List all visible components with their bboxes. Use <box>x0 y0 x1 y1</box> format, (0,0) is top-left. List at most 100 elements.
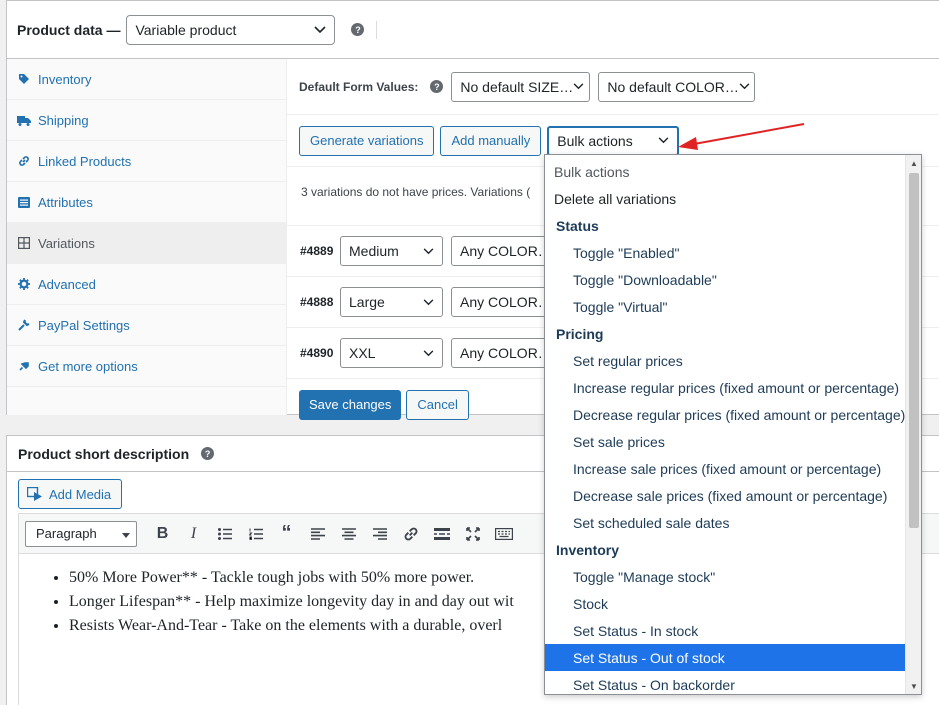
variation-size-value: Large <box>349 294 385 310</box>
tag-icon <box>17 73 31 85</box>
gear-icon <box>17 278 31 290</box>
option-delete-all-variations[interactable]: Delete all variations <box>545 185 905 212</box>
chevron-down-icon <box>423 298 434 306</box>
link-icon[interactable] <box>395 519 426 549</box>
chevron-down-icon <box>423 247 434 255</box>
tab-label: Advanced <box>38 276 96 292</box>
variation-id: #4888 <box>300 295 334 309</box>
group-inventory: Inventory <box>556 541 620 558</box>
wrench-icon <box>17 319 31 331</box>
option-set-status-on-backorder[interactable]: Set Status - On backorder <box>545 671 905 694</box>
align-center-icon[interactable] <box>333 519 364 549</box>
product-type-select[interactable]: Variable product <box>126 14 336 45</box>
divider <box>376 20 378 39</box>
default-form-values: Default Form Values: ? No default SIZE… … <box>287 59 939 115</box>
option-increase-regular-prices[interactable]: Increase regular prices (fixed amount or… <box>545 374 905 401</box>
tab-inventory[interactable]: Inventory <box>7 59 286 100</box>
numbered-list-icon[interactable] <box>240 519 271 549</box>
tab-get-more-options[interactable]: Get more options <box>7 346 286 387</box>
format-value: Paragraph <box>36 526 97 541</box>
scrollbar-thumb[interactable] <box>909 173 919 528</box>
group-status: Status <box>556 217 599 234</box>
caret-down-icon <box>122 526 130 541</box>
grid-icon <box>17 237 31 249</box>
tab-label: Linked Products <box>38 153 132 169</box>
option-toggle-downloadable[interactable]: Toggle "Downloadable" <box>545 266 905 293</box>
blockquote-icon[interactable]: “ <box>271 519 302 549</box>
option-set-status-in-stock[interactable]: Set Status - In stock <box>545 617 905 644</box>
option-set-scheduled-sale-dates[interactable]: Set scheduled sale dates <box>545 509 905 536</box>
list-icon <box>17 196 31 208</box>
truck-icon <box>17 115 31 126</box>
tab-label: PayPal Settings <box>38 317 130 333</box>
default-color-select[interactable]: No default COLOR… <box>598 71 756 102</box>
option-decrease-sale-prices[interactable]: Decrease sale prices (fixed amount or pe… <box>545 482 905 509</box>
option-increase-sale-prices[interactable]: Increase sale prices (fixed amount or pe… <box>545 455 905 482</box>
variation-id: #4890 <box>300 346 334 360</box>
cancel-button[interactable]: Cancel <box>406 389 469 420</box>
add-media-button[interactable]: Add Media <box>18 479 123 509</box>
tab-shipping[interactable]: Shipping <box>7 100 286 141</box>
group-pricing: Pricing <box>556 325 604 342</box>
read-more-icon[interactable] <box>426 519 457 549</box>
option-toggle-manage-stock[interactable]: Toggle "Manage stock" <box>545 563 905 590</box>
option-set-sale-prices[interactable]: Set sale prices <box>545 428 905 455</box>
tab-linked-products[interactable]: Linked Products <box>7 141 286 182</box>
variation-size-select[interactable]: Large <box>340 287 443 317</box>
align-right-icon[interactable] <box>364 519 395 549</box>
link-icon <box>17 155 31 167</box>
help-icon[interactable]: ? <box>430 80 444 93</box>
option-set-regular-prices[interactable]: Set regular prices <box>545 347 905 374</box>
option-set-status-out-of-stock[interactable]: Set Status - Out of stock <box>545 644 905 671</box>
bulk-actions-dropdown[interactable]: Bulk actions Delete all variations Statu… <box>544 154 922 695</box>
option-toggle-virtual[interactable]: Toggle "Virtual" <box>545 293 905 320</box>
chevron-down-icon <box>658 137 669 144</box>
tab-label: Inventory <box>38 71 92 87</box>
plugin-icon <box>17 360 31 372</box>
bullet-list-icon[interactable] <box>209 519 240 549</box>
save-changes-button[interactable]: Save changes <box>299 389 402 420</box>
bulk-actions-value: Bulk actions <box>557 132 633 149</box>
scroll-down-arrow-icon[interactable]: ▼ <box>906 678 921 694</box>
tab-variations[interactable]: Variations <box>7 223 286 264</box>
default-color-value: No default COLOR… <box>607 78 739 95</box>
fullscreen-icon[interactable] <box>457 519 488 549</box>
italic-icon[interactable]: I <box>178 519 209 549</box>
tab-label: Get more options <box>38 358 138 374</box>
short-description-title: Product short description <box>18 445 190 462</box>
dropdown-scrollbar[interactable]: ▲ ▼ <box>905 155 921 694</box>
bold-icon[interactable]: B <box>147 519 178 549</box>
tab-label: Shipping <box>38 112 89 128</box>
variation-size-select[interactable]: Medium <box>340 236 443 266</box>
tab-paypal-settings[interactable]: PayPal Settings <box>7 305 286 346</box>
add-media-label: Add Media <box>49 486 112 502</box>
product-data-header: Product data — Variable product ? <box>7 1 939 59</box>
generate-variations-button[interactable]: Generate variations <box>299 125 435 156</box>
default-form-label: Default Form Values: <box>299 79 419 94</box>
option-bulk-actions[interactable]: Bulk actions <box>545 158 905 185</box>
option-stock[interactable]: Stock <box>545 590 905 617</box>
media-icon <box>27 487 42 501</box>
tab-attributes[interactable]: Attributes <box>7 182 286 223</box>
format-select[interactable]: Paragraph <box>25 520 137 547</box>
help-icon[interactable]: ? <box>201 447 215 460</box>
option-toggle-enabled[interactable]: Toggle "Enabled" <box>545 239 905 266</box>
tab-advanced[interactable]: Advanced <box>7 264 286 305</box>
chevron-down-icon <box>573 83 584 90</box>
scroll-up-arrow-icon[interactable]: ▲ <box>906 155 921 171</box>
option-decrease-regular-prices[interactable]: Decrease regular prices (fixed amount or… <box>545 401 905 428</box>
chevron-down-icon <box>739 83 750 90</box>
bulk-actions-select[interactable]: Bulk actions <box>547 125 680 156</box>
variation-size-select[interactable]: XXL <box>340 338 443 368</box>
variation-color-value: Any COLOR… <box>460 345 552 361</box>
add-manually-button[interactable]: Add manually <box>440 125 542 156</box>
keyboard-icon[interactable] <box>488 519 519 549</box>
help-icon[interactable]: ? <box>351 23 365 36</box>
default-size-select[interactable]: No default SIZE… <box>451 71 591 102</box>
variation-id: #4889 <box>300 244 334 258</box>
chevron-down-icon <box>314 25 327 34</box>
variation-size-value: Medium <box>349 243 399 259</box>
align-left-icon[interactable] <box>302 519 333 549</box>
tab-label: Attributes <box>38 194 93 210</box>
bulk-actions-options: Bulk actions Delete all variations Statu… <box>545 158 905 694</box>
